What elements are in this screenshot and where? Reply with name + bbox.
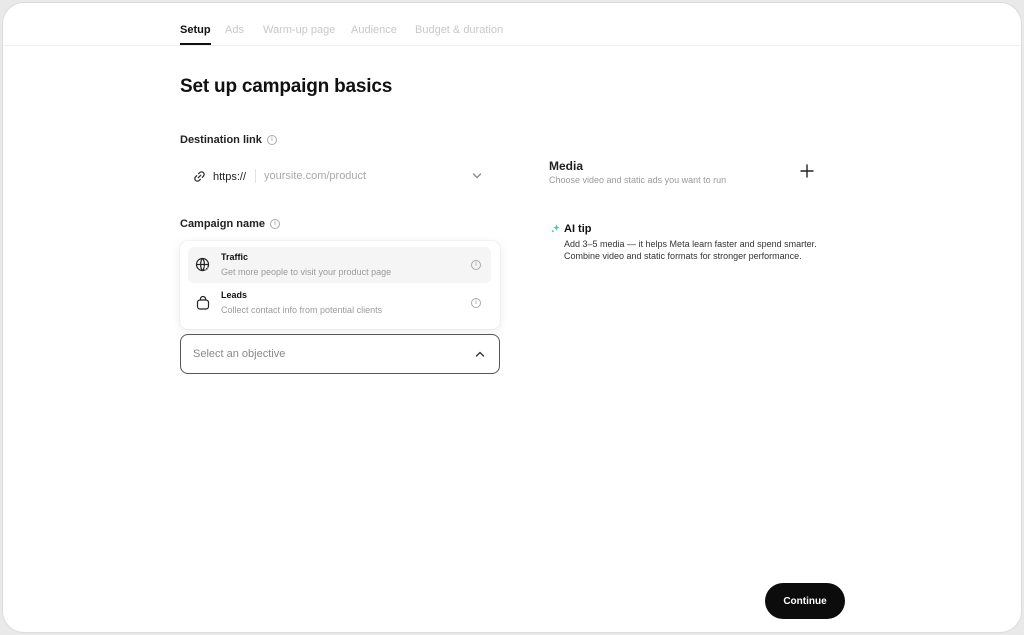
campaign-name-label-text: Campaign name [180, 218, 265, 230]
tab-ads[interactable]: Ads [225, 24, 244, 36]
step-tabs: Setup Ads Warm-up page Audience Budget &… [3, 3, 1021, 46]
page-title: Set up campaign basics [180, 76, 393, 97]
ai-tip-text: Add 3–5 media — it helps Meta learn fast… [564, 238, 817, 262]
ai-tip-title: AI tip [564, 223, 592, 235]
continue-button[interactable]: Continue [765, 583, 845, 619]
info-icon[interactable]: i [471, 260, 481, 270]
option-traffic[interactable]: Traffic Get more people to visit your pr… [188, 247, 491, 283]
option-title: Leads [221, 290, 248, 300]
chevron-down-icon[interactable] [472, 172, 482, 180]
chevron-up-icon [475, 351, 485, 357]
option-title: Traffic [221, 252, 249, 262]
divider [255, 169, 256, 183]
destination-link-field[interactable]: https:// [180, 159, 500, 191]
info-icon[interactable]: i [266, 135, 277, 145]
objective-select-value: Select an objective [193, 348, 286, 360]
info-icon[interactable]: i [471, 298, 481, 308]
option-description: Collect contact info from potential clie… [221, 305, 383, 315]
info-icon[interactable]: i [269, 219, 280, 229]
app-window: Setup Ads Warm-up page Audience Budget &… [2, 2, 1022, 633]
tab-setup[interactable]: Setup [180, 24, 211, 45]
tab-audience[interactable]: Audience [351, 24, 397, 36]
objective-dropdown-menu: Traffic Get more people to visit your pr… [180, 241, 500, 329]
globe-cursor-icon [195, 257, 211, 273]
ai-tip-line-2: Combine video and static formats for str… [564, 251, 802, 261]
media-title: Media [549, 159, 584, 173]
protocol-prefix: https:// [213, 171, 247, 183]
add-media-plus-icon[interactable] [799, 163, 815, 179]
destination-link-label-text: Destination link [180, 134, 262, 146]
objective-select[interactable]: Select an objective [180, 334, 500, 374]
destination-url-input[interactable] [264, 166, 454, 186]
bag-icon [196, 295, 210, 310]
ai-tip-line-1: Add 3–5 media — it helps Meta learn fast… [564, 239, 817, 249]
link-icon [194, 171, 205, 182]
tab-budget-duration[interactable]: Budget & duration [415, 24, 503, 36]
destination-link-label: Destination link i [180, 134, 277, 146]
tab-warm-up-page[interactable]: Warm-up page [263, 24, 335, 36]
option-leads[interactable]: Leads Collect contact info from potentia… [188, 285, 491, 321]
option-description: Get more people to visit your product pa… [221, 267, 392, 277]
campaign-name-label: Campaign name i [180, 218, 280, 230]
media-description: Choose video and static ads you want to … [549, 175, 727, 185]
sparkle-icon [551, 224, 560, 233]
